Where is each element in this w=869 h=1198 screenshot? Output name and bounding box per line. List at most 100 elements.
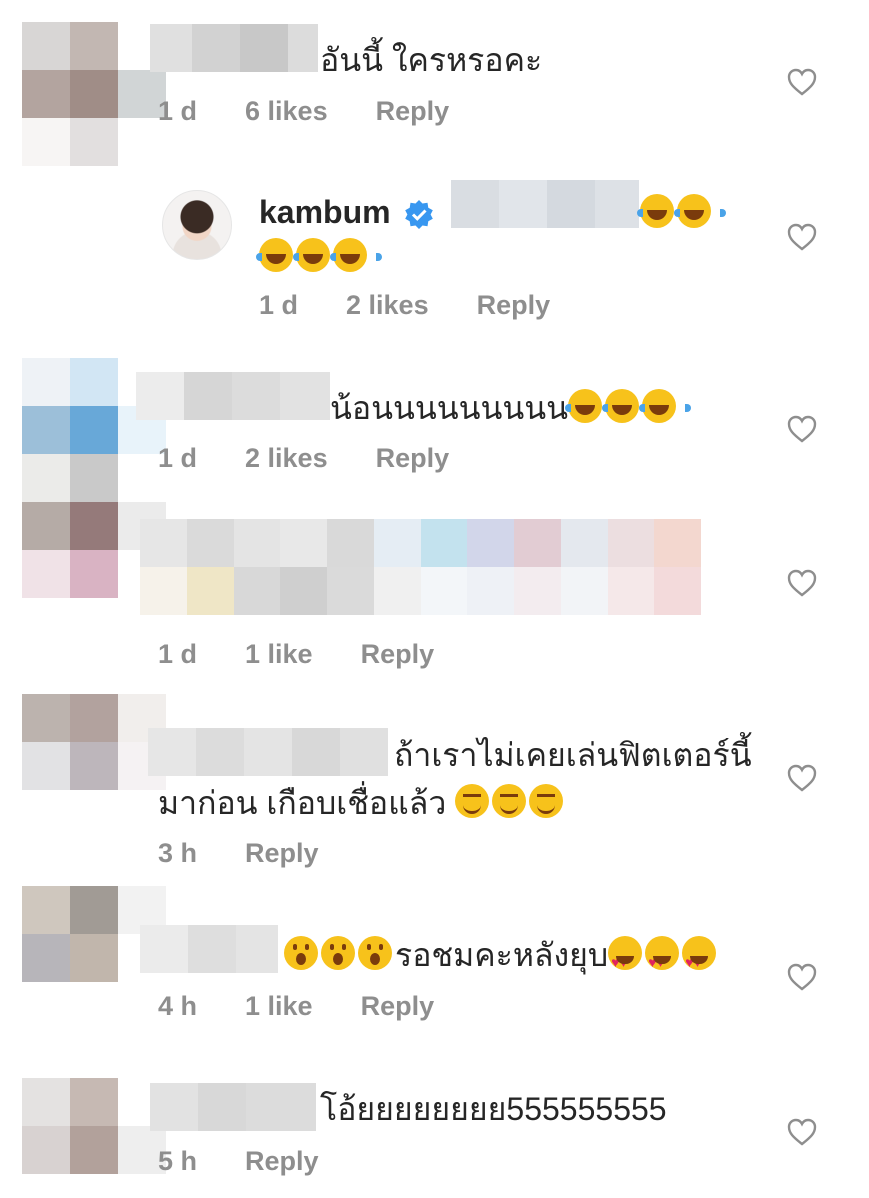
blur-block bbox=[327, 567, 374, 615]
avatar-pixel bbox=[70, 790, 118, 838]
avatar-pixel bbox=[70, 1126, 118, 1174]
heart-outline-icon[interactable] bbox=[787, 68, 817, 96]
blur-block bbox=[196, 728, 244, 776]
heart-outline-icon[interactable] bbox=[787, 569, 817, 597]
blur-block bbox=[233, 567, 281, 615]
avatar-pixel bbox=[22, 742, 70, 790]
blur-block bbox=[140, 567, 187, 615]
wow-emoji-icon bbox=[358, 936, 392, 970]
blur-block bbox=[188, 925, 236, 973]
heart-outline-icon[interactable] bbox=[787, 415, 817, 443]
comment-text-line-1: ถ้าเราไม่เคยเล่นฟิตเตอร์นี้ bbox=[394, 737, 752, 773]
avatar-pixel bbox=[22, 1126, 70, 1174]
blur-block bbox=[467, 519, 514, 567]
avatar[interactable] bbox=[22, 22, 166, 166]
avatar-pixel bbox=[22, 502, 70, 550]
heart-outline-icon[interactable] bbox=[787, 963, 817, 991]
avatar-pixel bbox=[22, 70, 70, 118]
comment-time: 1 d bbox=[259, 290, 299, 320]
blur-block bbox=[148, 728, 196, 776]
avatar-pixel bbox=[70, 742, 118, 790]
blur-block bbox=[184, 372, 232, 420]
reply-button[interactable]: Reply bbox=[361, 991, 435, 1022]
comment-meta: 4 h 1 like Reply bbox=[158, 991, 434, 1022]
comment-likes[interactable]: 2 likes bbox=[346, 290, 429, 321]
blurred-mention[interactable] bbox=[451, 180, 639, 228]
heart-outline-icon[interactable] bbox=[787, 1118, 817, 1146]
comment-likes[interactable]: 6 likes bbox=[245, 96, 328, 127]
comment-text: โอ้ยยยยยยยย555555555 bbox=[320, 1091, 667, 1127]
blur-block bbox=[547, 180, 595, 228]
avatar-pixel bbox=[70, 886, 118, 934]
blur-block bbox=[198, 1083, 246, 1131]
reply-button[interactable]: Reply bbox=[361, 639, 435, 670]
heart-outline-icon[interactable] bbox=[787, 223, 817, 251]
blurred-username[interactable] bbox=[140, 925, 278, 973]
comment-text-line-2-row: มาก่อน เกือบเชื่อแล้ว bbox=[158, 780, 566, 826]
emoji-line-1 bbox=[637, 190, 726, 236]
reply-button[interactable]: Reply bbox=[245, 838, 319, 869]
laugh-emoji-icon bbox=[564, 389, 617, 423]
avatar-pixel bbox=[70, 70, 118, 118]
avatar-pixel bbox=[22, 358, 70, 406]
heart-outline-icon[interactable] bbox=[787, 764, 817, 792]
laugh-emoji-icon bbox=[674, 194, 726, 228]
laugh-emoji-icon bbox=[601, 389, 654, 423]
blur-block bbox=[244, 728, 292, 776]
blur-block bbox=[240, 24, 288, 72]
comment-text-line-2: มาก่อน เกือบเชื่อแล้ว bbox=[158, 785, 447, 821]
blur-block bbox=[654, 567, 701, 615]
comment-text-row: รอชมคะหลังยุบ bbox=[284, 932, 719, 985]
laugh-emoji-icon bbox=[330, 238, 382, 272]
avatar[interactable] bbox=[22, 1078, 166, 1198]
emoji-group bbox=[284, 936, 395, 973]
wink-emoji-icon bbox=[529, 784, 564, 818]
comment-meta: 3 h Reply bbox=[158, 838, 319, 869]
blurred-username[interactable] bbox=[148, 728, 388, 776]
avatar-pixel bbox=[22, 1078, 70, 1126]
blur-block bbox=[136, 372, 184, 420]
wink-emoji-icon bbox=[455, 784, 490, 818]
blur-block bbox=[140, 519, 187, 567]
love-emoji-icon bbox=[682, 936, 717, 985]
comment-time: 1 d bbox=[158, 96, 198, 126]
reply-button[interactable]: Reply bbox=[376, 96, 450, 127]
emoji-group bbox=[564, 389, 691, 426]
avatar-pixel bbox=[22, 406, 70, 454]
avatar-pixel bbox=[70, 982, 118, 1030]
avatar-pixel bbox=[22, 454, 70, 502]
blur-block bbox=[288, 24, 318, 72]
blurred-username[interactable] bbox=[150, 1083, 316, 1131]
blur-block bbox=[340, 728, 388, 776]
blur-block bbox=[280, 567, 327, 615]
blur-block bbox=[280, 519, 327, 567]
comment-likes[interactable]: 1 like bbox=[245, 991, 313, 1022]
blur-block bbox=[292, 728, 340, 776]
blur-block bbox=[607, 567, 655, 615]
avatar-pixel bbox=[70, 454, 118, 502]
comment-likes[interactable]: 1 like bbox=[245, 639, 313, 670]
username[interactable]: kambum bbox=[259, 194, 391, 231]
comment-likes[interactable]: 2 likes bbox=[245, 443, 328, 474]
blur-block bbox=[560, 567, 608, 615]
wink-emoji-icon bbox=[492, 784, 527, 818]
avatar-pixel bbox=[70, 598, 118, 646]
reply-button[interactable]: Reply bbox=[376, 443, 450, 474]
reply-button[interactable]: Reply bbox=[477, 290, 551, 321]
blur-block bbox=[560, 519, 608, 567]
avatar-pixel bbox=[22, 1174, 70, 1198]
blur-block bbox=[514, 519, 561, 567]
owner-avatar[interactable] bbox=[162, 190, 232, 260]
laugh-emoji-icon bbox=[637, 194, 689, 228]
comment-meta: 5 h Reply bbox=[158, 1146, 319, 1177]
reply-button[interactable]: Reply bbox=[245, 1146, 319, 1177]
emoji-line-2 bbox=[256, 234, 382, 280]
emoji-group bbox=[455, 784, 566, 821]
blur-block bbox=[607, 519, 655, 567]
comment-text-row: น้อนนนนนนนนน bbox=[330, 385, 691, 431]
blur-block bbox=[373, 567, 421, 615]
avatar[interactable] bbox=[22, 694, 166, 838]
blurred-username[interactable] bbox=[136, 372, 330, 420]
blurred-username[interactable] bbox=[150, 24, 318, 72]
comment-text: รอชมคะหลังยุบ bbox=[395, 937, 609, 973]
